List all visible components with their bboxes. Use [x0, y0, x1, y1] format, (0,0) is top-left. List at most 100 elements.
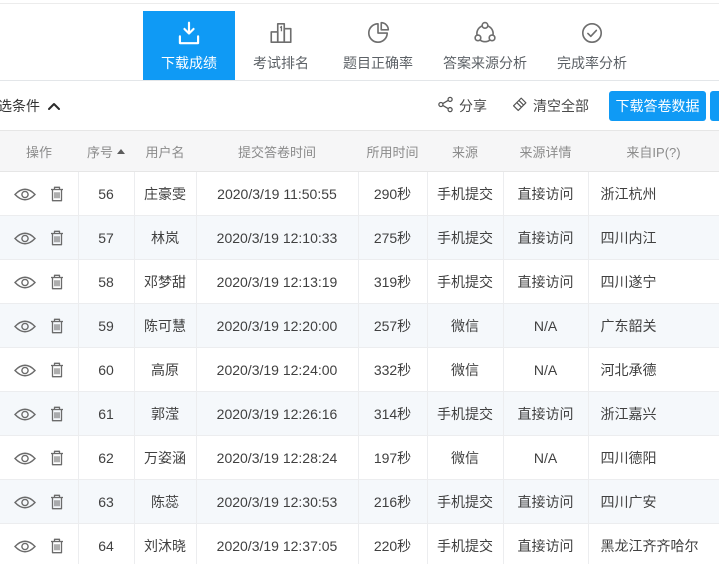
submit-time-cell: 2020/3/19 12:37:05: [196, 524, 358, 564]
analysis-tab-bar: 下载成绩 考试排名: [0, 0, 719, 81]
cut-off-button[interactable]: [710, 91, 719, 121]
view-icon[interactable]: [14, 363, 36, 378]
ip-location-cell: 四川内江: [588, 216, 719, 260]
ranking-icon: [268, 19, 294, 46]
tab-label: 答案来源分析: [443, 53, 527, 73]
duration-cell: 216秒: [358, 480, 427, 524]
delete-icon[interactable]: [50, 406, 64, 422]
col-header-ip[interactable]: 来自IP(?): [588, 131, 719, 172]
submit-time-cell: 2020/3/19 12:13:19: [196, 260, 358, 304]
download-scores-page: 下载成绩 考试排名: [0, 0, 719, 564]
view-icon[interactable]: [14, 451, 36, 466]
tab-label: 完成率分析: [557, 53, 627, 73]
table-row: 64 刘沐晓 2020/3/19 12:37:05 220秒 手机提交 直接访问…: [0, 524, 719, 564]
delete-icon[interactable]: [50, 538, 64, 554]
source-detail-cell: 直接访问: [503, 392, 588, 436]
clear-all-button[interactable]: 清空全部: [511, 96, 589, 116]
source-cell: 手机提交: [427, 172, 503, 216]
top-divider: [0, 3, 719, 4]
tab-download-scores[interactable]: 下载成绩: [143, 11, 235, 80]
source-detail-cell: N/A: [503, 436, 588, 480]
submit-time-cell: 2020/3/19 12:30:53: [196, 480, 358, 524]
share-nodes-icon: [472, 19, 498, 46]
download-icon: [175, 19, 203, 46]
ip-location-cell: 四川德阳: [588, 436, 719, 480]
delete-icon[interactable]: [50, 362, 64, 378]
tab-label: 下载成绩: [161, 53, 217, 73]
table-row: 63 陈蕊 2020/3/19 12:30:53 216秒 手机提交 直接访问 …: [0, 480, 719, 524]
operations-cell: [0, 524, 78, 564]
username-cell: 刘沐晓: [134, 524, 196, 564]
tab-question-accuracy[interactable]: 题目正确率: [327, 11, 429, 80]
table-header: 操作 序号 用户名 提交答卷时间 所用时间 来源 来源详情 来自IP(?): [0, 131, 719, 172]
delete-icon[interactable]: [50, 450, 64, 466]
seq-cell: 57: [78, 216, 134, 260]
seq-cell: 58: [78, 260, 134, 304]
ip-location-cell: 广东韶关: [588, 304, 719, 348]
action-buttons-group: 分享 清空全部 下载答卷数据: [437, 81, 719, 130]
username-cell: 林岚: [134, 216, 196, 260]
seq-cell: 56: [78, 172, 134, 216]
operations-cell: [0, 436, 78, 480]
view-icon[interactable]: [14, 275, 36, 290]
tab-exam-ranking[interactable]: 考试排名: [235, 11, 327, 80]
source-cell: 手机提交: [427, 260, 503, 304]
submit-time-cell: 2020/3/19 11:50:55: [196, 172, 358, 216]
username-cell: 陈蕊: [134, 480, 196, 524]
username-cell: 郭滢: [134, 392, 196, 436]
filter-action-bar: 选条件 分享: [0, 81, 719, 130]
source-detail-cell: 直接访问: [503, 172, 588, 216]
table-row: 58 邓梦甜 2020/3/19 12:13:19 319秒 手机提交 直接访问…: [0, 260, 719, 304]
username-cell: 万姿涵: [134, 436, 196, 480]
ip-location-cell: 黑龙江齐齐哈尔: [588, 524, 719, 564]
seq-cell: 63: [78, 480, 134, 524]
ip-location-cell: 四川遂宁: [588, 260, 719, 304]
delete-icon[interactable]: [50, 230, 64, 246]
delete-icon[interactable]: [50, 186, 64, 202]
seq-cell: 60: [78, 348, 134, 392]
operations-cell: [0, 480, 78, 524]
submit-time-cell: 2020/3/19 12:28:24: [196, 436, 358, 480]
tab-completion-rate-analysis[interactable]: 完成率分析: [541, 11, 643, 80]
share-button[interactable]: 分享: [437, 96, 487, 116]
col-header-source-detail: 来源详情: [503, 131, 588, 172]
view-icon[interactable]: [14, 319, 36, 334]
tab-answer-source-analysis[interactable]: 答案来源分析: [429, 11, 541, 80]
source-cell: 微信: [427, 348, 503, 392]
view-icon[interactable]: [14, 495, 36, 510]
ip-location-cell: 四川广安: [588, 480, 719, 524]
ip-location-cell: 浙江杭州: [588, 172, 719, 216]
check-circle-icon: [579, 19, 605, 46]
operations-cell: [0, 348, 78, 392]
source-detail-cell: 直接访问: [503, 216, 588, 260]
duration-cell: 290秒: [358, 172, 427, 216]
source-detail-cell: N/A: [503, 304, 588, 348]
delete-icon[interactable]: [50, 318, 64, 334]
delete-icon[interactable]: [50, 274, 64, 290]
source-cell: 微信: [427, 436, 503, 480]
view-icon[interactable]: [14, 187, 36, 202]
share-label: 分享: [459, 96, 487, 116]
view-icon[interactable]: [14, 407, 36, 422]
view-icon[interactable]: [14, 231, 36, 246]
delete-icon[interactable]: [50, 494, 64, 510]
view-icon[interactable]: [14, 539, 36, 554]
duration-cell: 197秒: [358, 436, 427, 480]
duration-cell: 275秒: [358, 216, 427, 260]
seq-cell: 61: [78, 392, 134, 436]
username-cell: 庄豪雯: [134, 172, 196, 216]
filter-conditions-toggle[interactable]: 选条件: [0, 81, 61, 130]
submit-time-cell: 2020/3/19 12:10:33: [196, 216, 358, 260]
duration-cell: 220秒: [358, 524, 427, 564]
source-cell: 手机提交: [427, 480, 503, 524]
download-answers-button[interactable]: 下载答卷数据: [609, 91, 706, 121]
source-detail-cell: 直接访问: [503, 480, 588, 524]
col-header-seq[interactable]: 序号: [78, 131, 134, 172]
ip-location-cell: 浙江嘉兴: [588, 392, 719, 436]
operations-cell: [0, 260, 78, 304]
source-cell: 手机提交: [427, 216, 503, 260]
username-cell: 陈可慧: [134, 304, 196, 348]
table-row: 56 庄豪雯 2020/3/19 11:50:55 290秒 手机提交 直接访问…: [0, 172, 719, 216]
duration-cell: 314秒: [358, 392, 427, 436]
operations-cell: [0, 304, 78, 348]
